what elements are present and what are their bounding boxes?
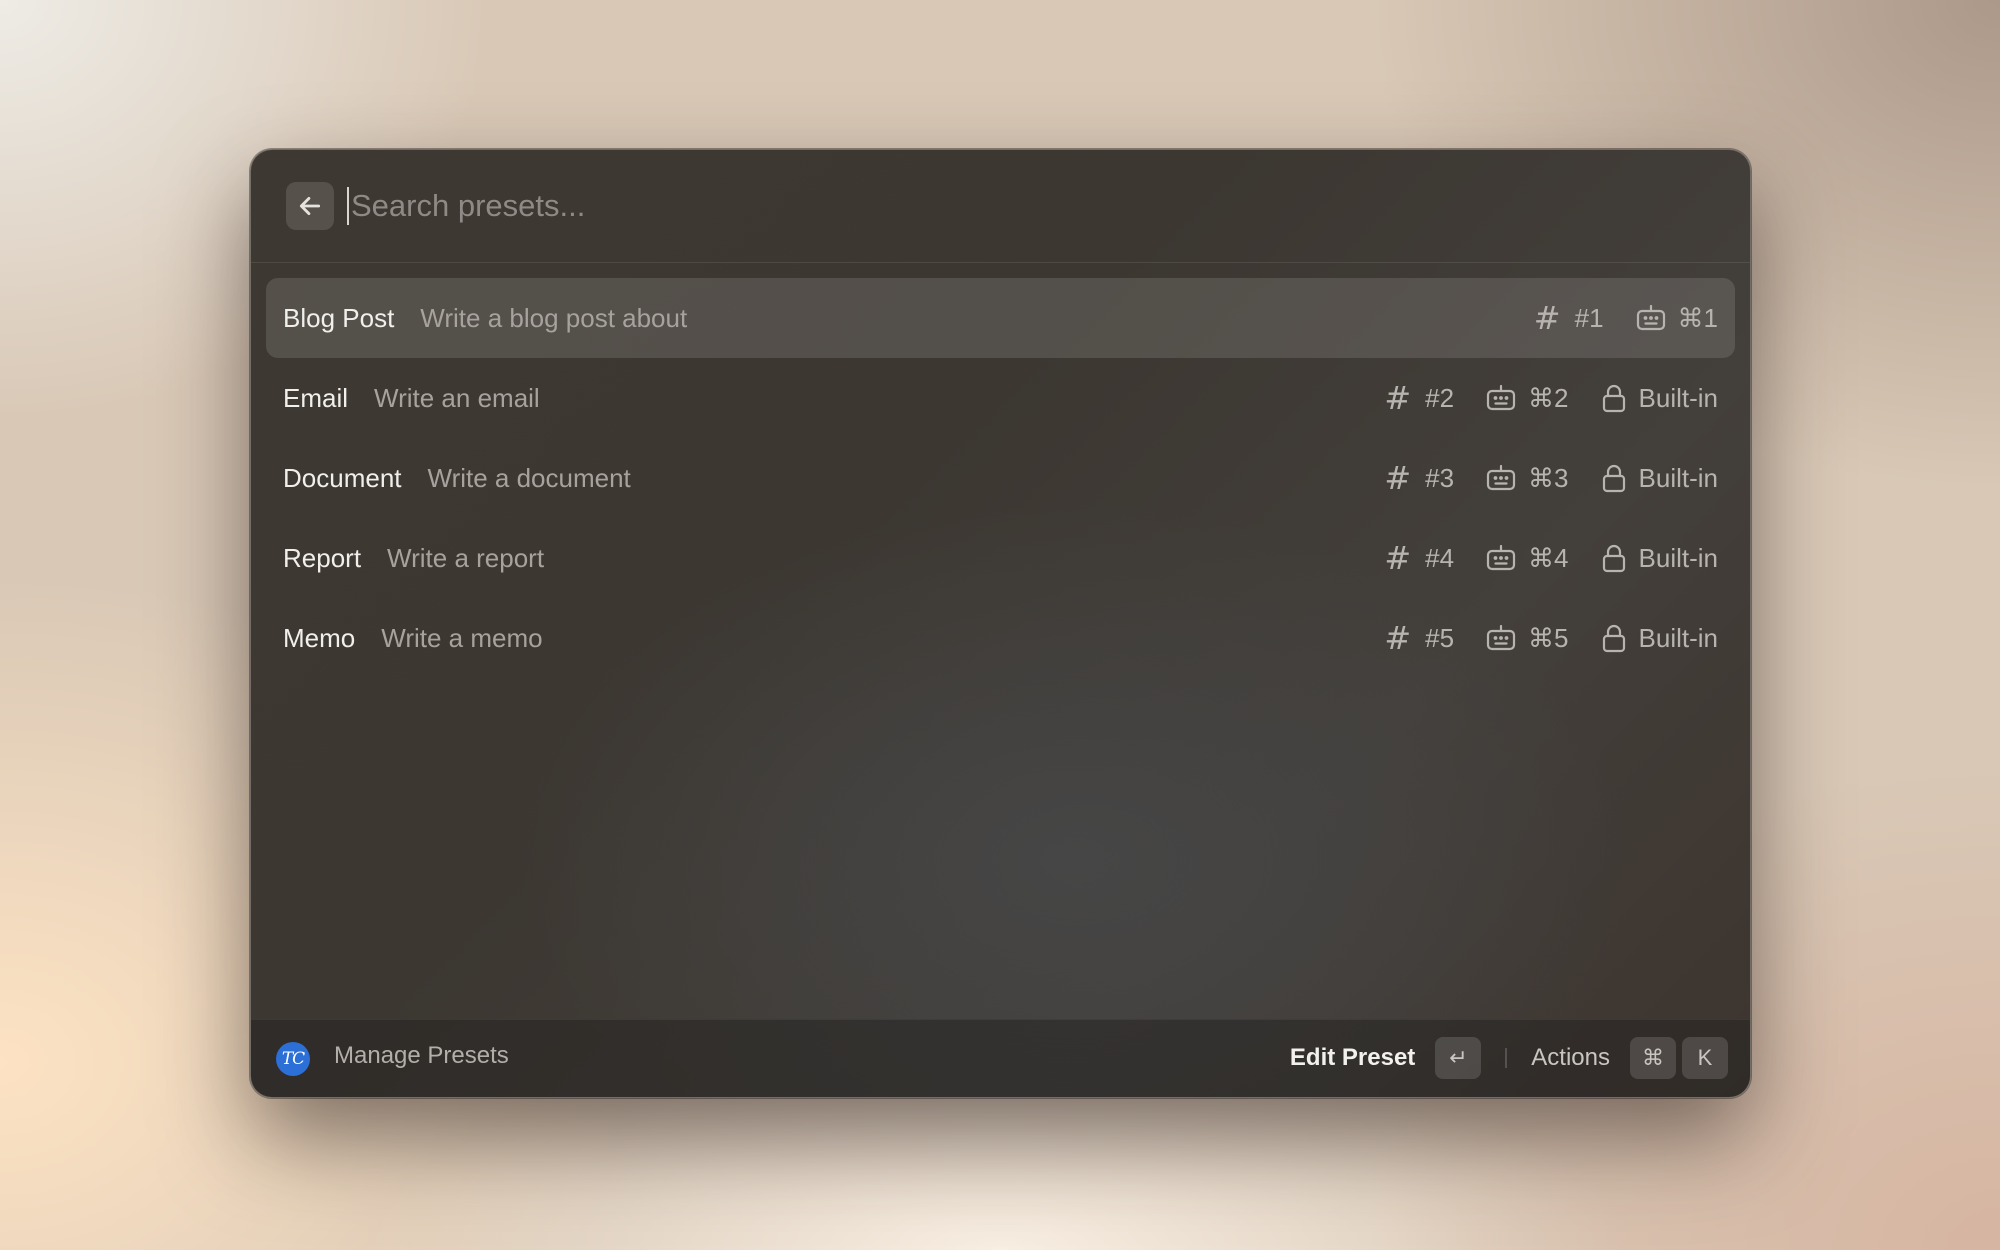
- tc-logo: TC: [276, 1042, 310, 1076]
- lock-icon: [1602, 384, 1625, 413]
- action-bar: TC Manage Presets Edit Preset ↵ Actions …: [251, 1019, 1750, 1097]
- edit-preset-button[interactable]: Edit Preset: [1290, 1044, 1415, 1072]
- preset-subtitle: Write a document: [427, 462, 631, 493]
- list-item-blog-post[interactable]: Blog Post Write a blog post about # #1 ⌘…: [266, 278, 1735, 358]
- list-item-report[interactable]: Report Write a report # #4 ⌘4 Built-in: [266, 518, 1735, 598]
- k-key-hint: K: [1682, 1037, 1728, 1079]
- enter-key-hint: ↵: [1435, 1037, 1482, 1079]
- hash-icon: #: [1384, 539, 1412, 577]
- shortcut-accessory: ⌘5: [1486, 622, 1569, 654]
- preset-subtitle: Write an email: [374, 382, 540, 413]
- builtin-label: Built-in: [1638, 382, 1718, 413]
- hash-icon: #: [1384, 379, 1412, 417]
- keyboard-icon: [1486, 464, 1516, 491]
- builtin-label: Built-in: [1638, 542, 1718, 573]
- shortcut-accessory: ⌘2: [1486, 382, 1569, 414]
- tag-label: #5: [1425, 622, 1455, 653]
- list-item-document[interactable]: Document Write a document # #3 ⌘3 Built-…: [266, 438, 1735, 518]
- list-item-memo[interactable]: Memo Write a memo # #5 ⌘5 Built-in: [266, 598, 1735, 678]
- shortcut-label: ⌘5: [1528, 622, 1569, 653]
- tag-accessory: # #1: [1534, 299, 1604, 337]
- keyboard-icon: [1636, 304, 1665, 331]
- shortcut-accessory: ⌘1: [1636, 303, 1718, 334]
- builtin-accessory: Built-in: [1601, 543, 1718, 574]
- text-caret: [347, 187, 349, 225]
- preset-list: Blog Post Write a blog post about # #1 ⌘…: [266, 278, 1735, 678]
- builtin-label: Built-in: [1638, 462, 1718, 493]
- tag-accessory: # #5: [1384, 619, 1454, 657]
- tag-label: #2: [1425, 382, 1455, 413]
- builtin-accessory: Built-in: [1601, 623, 1718, 654]
- keyboard-icon: [1486, 384, 1516, 411]
- search-input[interactable]: [351, 188, 1710, 224]
- builtin-accessory: Built-in: [1601, 463, 1718, 494]
- lock-icon: [1602, 464, 1625, 493]
- keyboard-icon: [1486, 624, 1516, 651]
- actions-button[interactable]: Actions: [1531, 1044, 1610, 1072]
- footer-actions: Edit Preset ↵ Actions ⌘ K: [1290, 1037, 1728, 1079]
- arrow-left-icon: [299, 197, 321, 215]
- keyboard-icon: [1486, 544, 1516, 571]
- preset-subtitle: Write a memo: [381, 622, 543, 653]
- shortcut-label: ⌘2: [1528, 382, 1569, 413]
- tag-accessory: # #2: [1384, 379, 1454, 417]
- preset-title: Document: [283, 462, 402, 493]
- search-field[interactable]: [347, 178, 1710, 234]
- shortcut-accessory: ⌘3: [1486, 462, 1569, 494]
- tag-label: #4: [1425, 542, 1455, 573]
- builtin-accessory: Built-in: [1601, 383, 1718, 414]
- command-key-hint: ⌘: [1630, 1037, 1676, 1079]
- preset-title: Report: [283, 542, 362, 573]
- shortcut-label: ⌘3: [1528, 462, 1569, 493]
- builtin-label: Built-in: [1638, 622, 1718, 653]
- divider: [1505, 1048, 1508, 1068]
- preset-title: Memo: [283, 622, 356, 653]
- footer-title: Manage Presets: [334, 1042, 509, 1069]
- tag-label: #1: [1574, 302, 1604, 333]
- preset-title: Blog Post: [283, 302, 395, 333]
- search-bar: [251, 150, 1750, 263]
- presets-window: Blog Post Write a blog post about # #1 ⌘…: [250, 149, 1751, 1098]
- preset-subtitle: Write a blog post about: [420, 302, 688, 333]
- tag-accessory: # #4: [1384, 539, 1454, 577]
- tag-accessory: # #3: [1384, 459, 1454, 497]
- lock-icon: [1602, 544, 1625, 573]
- list-item-email[interactable]: Email Write an email # #2 ⌘2 Built-in: [266, 358, 1735, 438]
- back-button[interactable]: [286, 182, 334, 230]
- shortcut-label: ⌘1: [1677, 302, 1718, 333]
- lock-icon: [1602, 624, 1625, 653]
- shortcut-label: ⌘4: [1528, 542, 1569, 573]
- hash-icon: #: [1384, 459, 1412, 497]
- hash-icon: #: [1533, 299, 1561, 337]
- preset-subtitle: Write a report: [387, 542, 545, 573]
- hash-icon: #: [1384, 619, 1412, 657]
- preset-title: Email: [283, 382, 349, 413]
- tag-label: #3: [1425, 462, 1455, 493]
- shortcut-accessory: ⌘4: [1486, 542, 1569, 574]
